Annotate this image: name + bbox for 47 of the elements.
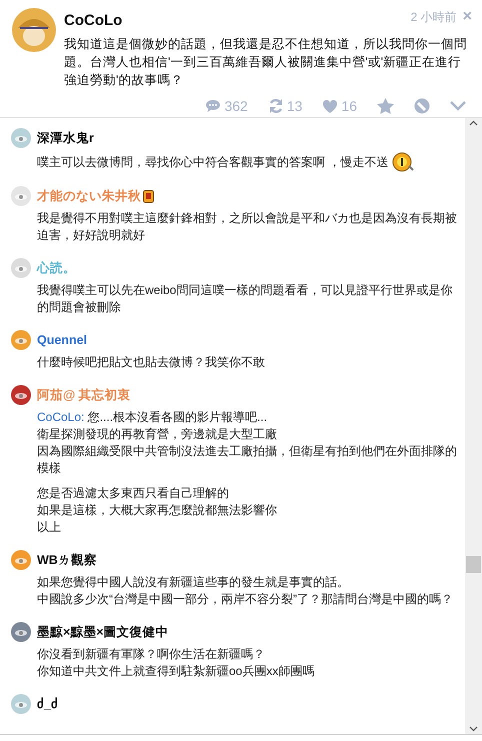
avatar bbox=[11, 186, 31, 206]
response-author[interactable]: 才能のない朱井秋 bbox=[37, 186, 141, 206]
scrollbar[interactable] bbox=[465, 118, 482, 734]
response-author[interactable]: 墨黥×黥墨×圖文復健中 bbox=[37, 622, 169, 642]
scroll-down-icon[interactable] bbox=[469, 726, 478, 732]
stat-count: 13 bbox=[286, 96, 302, 116]
scroll-up-icon[interactable] bbox=[469, 120, 478, 126]
star-icon[interactable] bbox=[377, 98, 394, 114]
post-text: 我知道這是個微妙的話題，但我還是忍不住想知道，所以我問你一個問題。台灣人也相信'一到三百萬維吾爾人被關進集中營'或'新疆正在進行強迫勞動'的故事嗎？ bbox=[64, 36, 468, 88]
timestamp: 2 小時前 bbox=[410, 9, 457, 26]
stat-count: 362 bbox=[224, 96, 248, 116]
response-text: 如果您覺得中國人說沒有新疆這些事的發生就是事實的話。 bbox=[37, 574, 350, 591]
response-text: 如果是這樣，大概大家再怎麼說都無法影響你 bbox=[37, 502, 278, 519]
response-author[interactable]: WBㄌ觀察 bbox=[37, 550, 97, 570]
response-text: 因為國際組織受限中共管制沒法進去工廠拍攝，但衛星有拍到他們在外面排隊的模樣 bbox=[37, 443, 457, 477]
stat-count: 16 bbox=[341, 96, 357, 116]
avatar bbox=[11, 258, 31, 278]
response-text: CoCoLo: 您....根本沒看各國的影片報導吧... bbox=[37, 409, 268, 426]
response-text: 我是覺得不用對噗主這麼針鋒相對，之所以會說是平和バカ也是因為沒有長期被迫害，好好說明就好 bbox=[37, 210, 457, 244]
response-text: 衛星探測發現的再教育營，旁邊就是大型工廠 bbox=[37, 426, 278, 443]
avatar bbox=[11, 694, 31, 714]
response-text: 噗主可以去微博問，尋找你心中符合客觀事實的答案啊 ，慢走不送 bbox=[37, 154, 388, 170]
avatar bbox=[11, 550, 31, 570]
response-text: 中國說多少次“台灣是中國一部分，兩岸不容分裂”了？那請問台灣是中國的嗎？ bbox=[37, 591, 454, 608]
response-author[interactable]: Quennel bbox=[37, 330, 88, 350]
avatar bbox=[11, 385, 31, 405]
avatar bbox=[11, 128, 31, 148]
response-text: 您是否過濾太多東西只看自己理解的 bbox=[37, 485, 230, 502]
heart-icon bbox=[322, 98, 338, 114]
refresh-icon bbox=[268, 98, 284, 114]
avatar bbox=[11, 330, 31, 350]
response-text: 什麼時候吧把貼文也貼去微博？我笑你不敢 bbox=[37, 354, 266, 371]
response-author[interactable]: ძ_ძ bbox=[37, 694, 58, 714]
avatar bbox=[12, 8, 56, 52]
block-icon[interactable] bbox=[414, 98, 430, 114]
chevron-down-icon[interactable] bbox=[450, 101, 466, 111]
avatar bbox=[11, 622, 31, 642]
response-author[interactable]: 深潭水鬼r bbox=[37, 128, 94, 148]
response-text: 以上 bbox=[37, 519, 62, 536]
response-text: 我覺得噗主可以先在weibo問同這噗一樣的問題看看，可以見證平行世界或是你的問題會被刪除 bbox=[37, 282, 454, 316]
mention-link[interactable]: CoCoLo: bbox=[37, 410, 84, 424]
speech-bubble-icon bbox=[205, 99, 222, 113]
response-text: 你知道中共文件上就查得到駐紮新疆oo兵團xx師團嗎 bbox=[37, 663, 316, 680]
scrollbar-thumb[interactable] bbox=[466, 556, 481, 573]
response-text: 你沒看到新疆有軍隊？啊你生活在新疆嗎？ bbox=[37, 646, 266, 663]
author-name[interactable]: CoCoLo bbox=[64, 10, 122, 32]
response-author[interactable]: 阿茄@ 其忘初衷 bbox=[37, 386, 131, 404]
